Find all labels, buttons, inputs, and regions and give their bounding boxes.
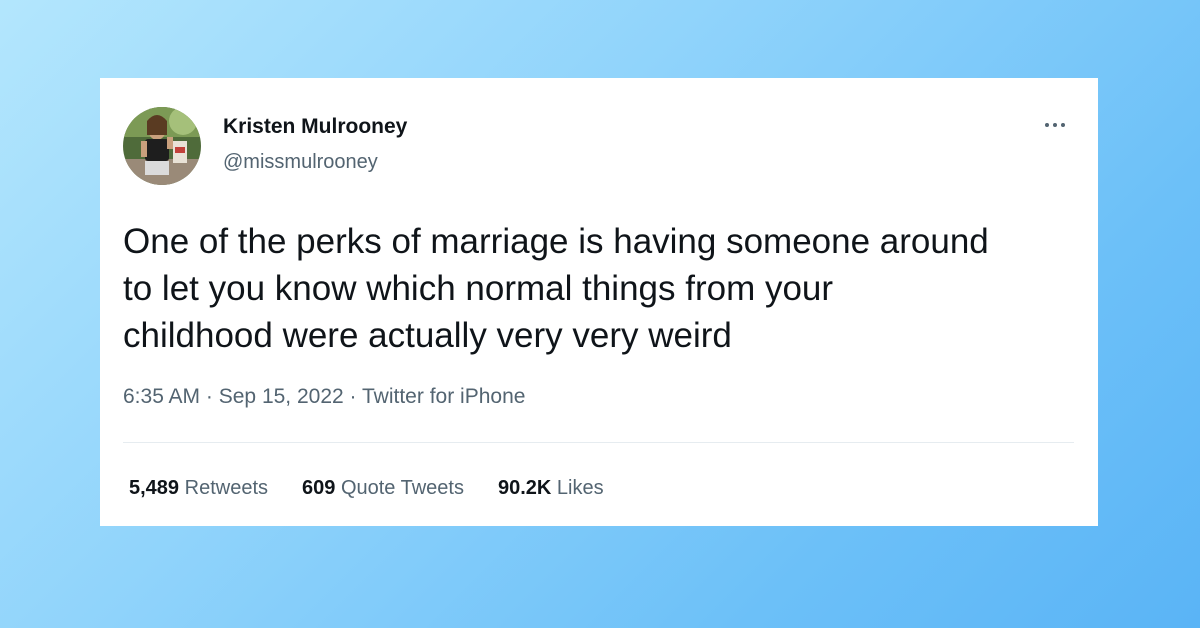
likes-count: 90.2K bbox=[497, 477, 552, 499]
likes-label: Likes bbox=[556, 477, 604, 499]
retweets-count: 5,489 bbox=[129, 477, 180, 499]
avatar[interactable] bbox=[123, 107, 201, 185]
tweet-text: One of the perks of marriage is having s… bbox=[123, 222, 989, 355]
author-handle[interactable]: @missmulrooney bbox=[223, 151, 378, 174]
tweet-stats: 5,489 Retweets 609 Quote Tweets 90.2K Li… bbox=[129, 477, 638, 500]
quote-tweets-count: 609 bbox=[302, 477, 336, 499]
tweet-time[interactable]: 6:35 AM bbox=[123, 385, 200, 408]
quote-tweets-stat[interactable]: 609 Quote Tweets bbox=[302, 477, 464, 500]
more-dot bbox=[1061, 123, 1065, 127]
meta-separator: · bbox=[205, 385, 213, 408]
author-name[interactable]: Kristen Mulrooney bbox=[223, 115, 407, 139]
more-dot bbox=[1045, 123, 1049, 127]
retweets-stat[interactable]: 5,489 Retweets bbox=[129, 477, 268, 500]
tweet-meta: 6:35 AM · Sep 15, 2022 · Twitter for iPh… bbox=[123, 385, 525, 409]
avatar-photo bbox=[123, 107, 201, 185]
divider bbox=[123, 442, 1074, 443]
more-horizontal-icon[interactable] bbox=[1038, 113, 1072, 137]
tweet-source[interactable]: Twitter for iPhone bbox=[362, 385, 525, 408]
quote-tweets-label: Quote Tweets bbox=[340, 477, 464, 499]
retweets-label: Retweets bbox=[184, 477, 268, 499]
meta-separator: · bbox=[349, 385, 357, 408]
tweet-date[interactable]: Sep 15, 2022 bbox=[219, 385, 344, 408]
tweet-card: Kristen Mulrooney @missmulrooney One of … bbox=[100, 78, 1098, 526]
more-dot bbox=[1053, 123, 1057, 127]
likes-stat[interactable]: 90.2K Likes bbox=[498, 477, 604, 500]
